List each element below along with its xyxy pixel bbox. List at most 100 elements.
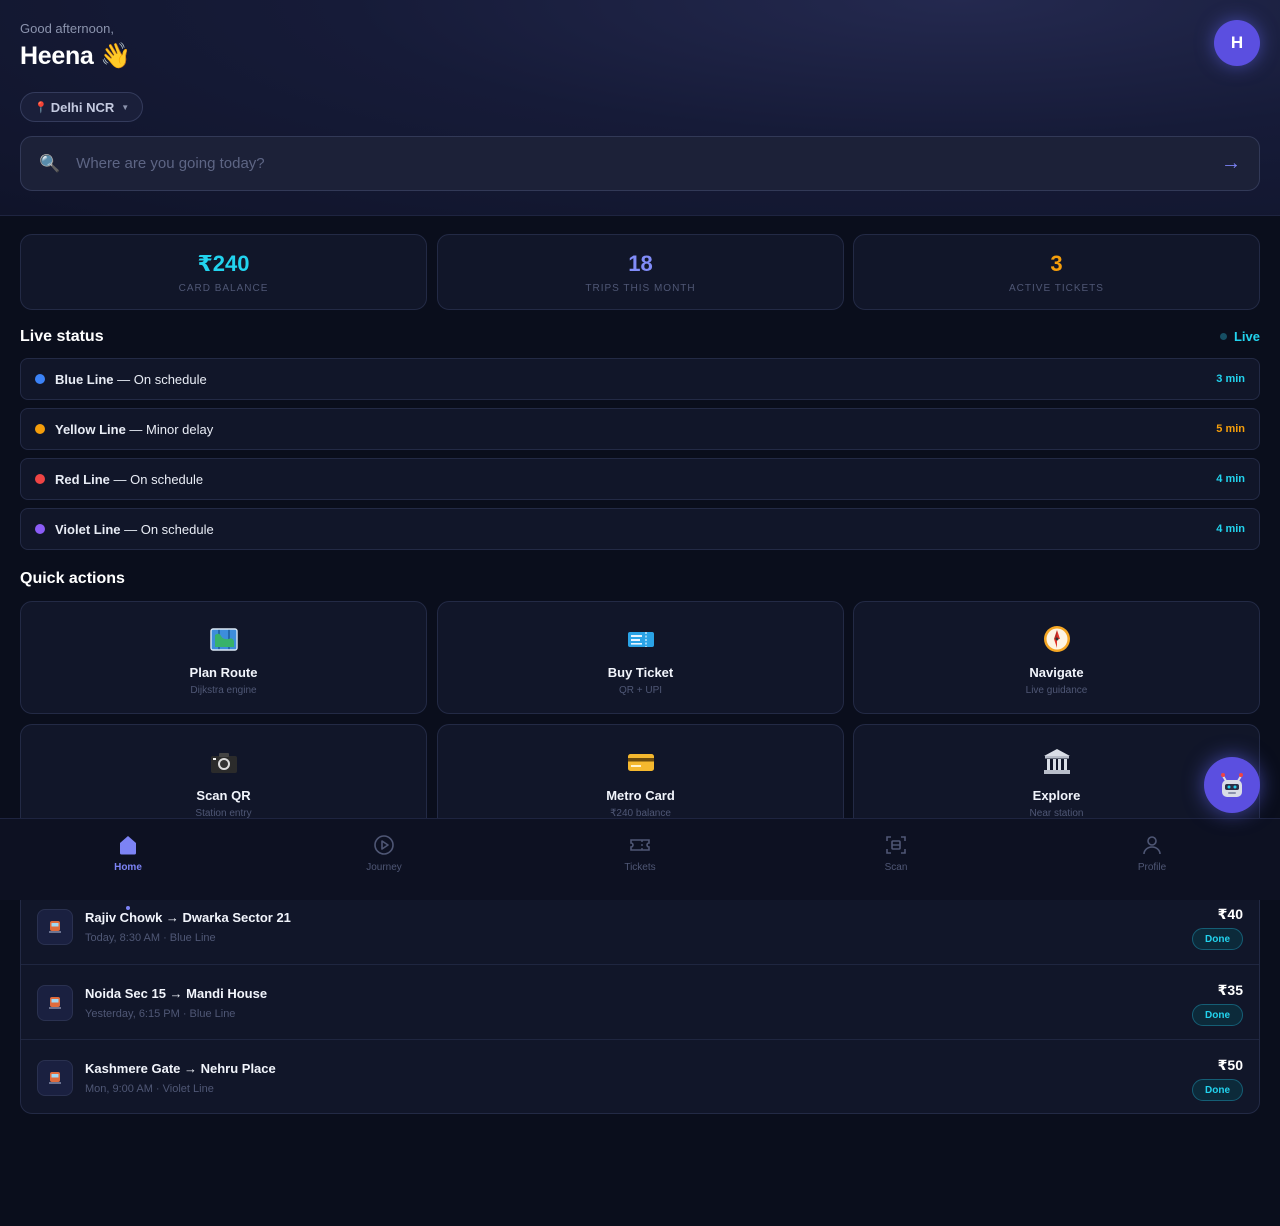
live-status-title: Live status [20,328,104,345]
camera-icon [210,753,237,773]
explore-button[interactable]: Explore Near station [853,724,1260,818]
metro-card-button[interactable]: Metro Card ₹240 balance [437,724,844,818]
trip-fare: ₹50 [1217,1057,1243,1073]
stat-active-tickets[interactable]: 3 ACTIVE TICKETS [853,234,1260,310]
trip-route: Kashmere Gate → Nehru Place [85,1061,276,1076]
scroll-indicator-dot [126,906,130,910]
scan-qr-button[interactable]: Scan QR Station entry [20,724,427,818]
navigate-button[interactable]: Navigate Live guidance [853,601,1260,714]
stat-trips-month[interactable]: 18 TRIPS THIS MONTH [437,234,844,310]
city-selector[interactable]: 📍 Delhi NCR ▼ [20,92,144,122]
ticket-outline-icon [630,839,650,851]
buy-ticket-button[interactable]: Buy Ticket QR + UPI [437,601,844,714]
stat-value: 3 [1050,251,1063,276]
trip-row[interactable]: Noida Sec 15 → Mandi House Yesterday, 6:… [21,964,1259,1039]
line-color-dot [35,474,45,484]
line-name: Violet Line [55,521,121,537]
live-indicator: Live [1219,329,1260,344]
nav-journey[interactable]: Journey [256,819,512,900]
line-eta: 3 min [1216,373,1245,385]
line-status-violet[interactable]: Violet Line — On schedule 4 min [20,508,1260,550]
trip-row[interactable]: Rajiv Chowk → Dwarka Sector 21 Today, 8:… [21,889,1259,964]
arrow-right-icon[interactable]: → [1221,152,1241,175]
greeting-text: Good afternoon, [20,21,114,36]
line-eta: 4 min [1216,523,1245,535]
action-title: Navigate [1029,665,1084,680]
action-subtitle: Station entry [195,808,252,818]
trip-meta: Today, 8:30 AM · Blue Line [85,932,216,944]
search-icon: 🔍 [39,153,61,173]
line-eta: 5 min [1216,423,1245,435]
line-status-yellow[interactable]: Yellow Line — Minor delay 5 min [20,408,1260,450]
line-status-text: — On schedule [120,521,214,537]
stat-value: 18 [628,251,653,276]
nav-label: Tickets [624,862,656,873]
pin-icon: 📍 [34,101,48,114]
nav-label: Scan [884,862,908,873]
action-title: Explore [1032,788,1081,803]
quick-actions-title: Quick actions [20,570,125,587]
nav-profile[interactable]: Profile [1024,819,1280,900]
wave-emoji-icon: 👋 [100,42,132,70]
line-color-dot [35,524,45,534]
nav-tickets[interactable]: Tickets [512,819,768,900]
trip-meta: Yesterday, 6:15 PM · Blue Line [85,1008,236,1020]
search-input[interactable] [76,155,1221,172]
stat-card-balance[interactable]: ₹240 CARD BALANCE [20,234,427,310]
header: Good afternoon, Heena 👋 H 📍 Delhi NCR ▼ … [0,0,1280,216]
action-subtitle: Dijkstra engine [190,685,257,696]
search-bar: 🔍 → [20,136,1260,191]
nav-label: Profile [1137,862,1167,873]
trip-row[interactable]: Kashmere Gate → Nehru Place Mon, 9:00 AM… [21,1039,1259,1113]
metro-train-icon [37,985,73,1021]
trip-route: Noida Sec 15 → Mandi House [85,986,268,1001]
status-badge: Done [1192,1004,1243,1026]
avatar[interactable]: H [1214,20,1260,66]
chevron-down-icon: ▼ [121,102,130,112]
metro-train-icon [37,909,73,945]
line-eta: 4 min [1216,473,1245,485]
action-subtitle: ₹240 balance [610,808,671,818]
action-title: Buy Ticket [607,665,674,680]
action-title: Scan QR [196,788,251,803]
action-subtitle: Live guidance [1025,685,1088,696]
status-badge: Done [1192,1079,1243,1101]
line-name: Blue Line [55,371,114,387]
status-badge: Done [1192,928,1243,950]
line-status-text: — On schedule [109,471,204,487]
nav-scan[interactable]: Scan [768,819,1024,900]
action-title: Metro Card [606,788,675,803]
plan-route-button[interactable]: Plan Route Dijkstra engine [20,601,427,714]
map-icon [209,628,238,651]
action-subtitle: Near station [1029,808,1084,818]
scan-icon [886,836,906,854]
stat-value: ₹240 [197,251,250,276]
line-color-dot [35,424,45,434]
action-title: Plan Route [189,665,258,680]
line-status-blue[interactable]: Blue Line — On schedule 3 min [20,358,1260,400]
trip-meta: Mon, 9:00 AM · Violet Line [85,1083,214,1095]
line-status-red[interactable]: Red Line — On schedule 4 min [20,458,1260,500]
ticket-icon [627,632,654,647]
stat-label: TRIPS THIS MONTH [585,283,696,294]
city-label: Delhi NCR [50,99,115,115]
user-icon [1143,836,1161,855]
line-name: Yellow Line [55,421,126,437]
stat-label: CARD BALANCE [178,283,269,294]
robot-icon [1221,773,1243,797]
landmark-icon [1043,749,1070,774]
line-color-dot [35,374,45,384]
compass-icon [1043,626,1070,652]
home-icon [120,836,136,855]
user-name-heading: Heena 👋 [20,42,131,71]
trip-fare: ₹40 [1217,906,1243,922]
user-name: Heena [20,42,94,70]
assistant-fab-button[interactable] [1204,757,1260,813]
nav-home[interactable]: Home [0,819,256,900]
trip-fare: ₹35 [1217,982,1243,998]
play-circle-icon [374,835,394,855]
line-name: Red Line [55,471,110,487]
nav-label: Home [114,862,142,873]
live-label: Live [1233,329,1260,344]
trip-route: Rajiv Chowk → Dwarka Sector 21 [85,910,291,925]
